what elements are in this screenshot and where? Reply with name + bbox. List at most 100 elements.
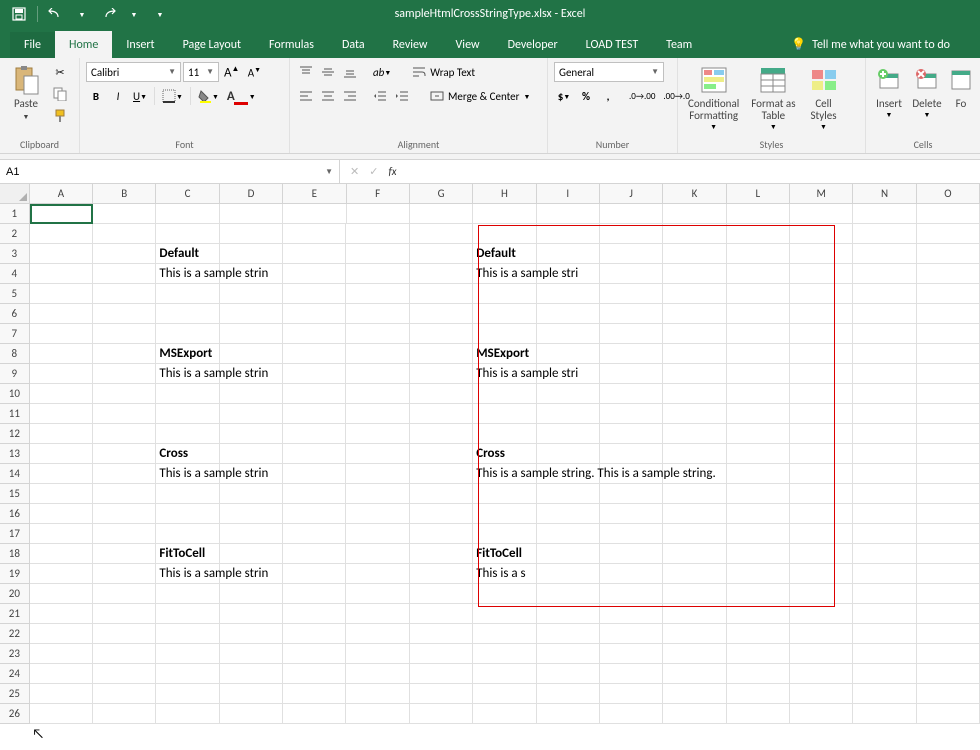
col-header[interactable]: N bbox=[853, 184, 916, 203]
redo-button[interactable] bbox=[97, 3, 119, 25]
cell[interactable] bbox=[600, 204, 663, 224]
increase-indent-button[interactable] bbox=[392, 86, 412, 106]
cell[interactable] bbox=[600, 244, 663, 264]
cell[interactable] bbox=[30, 424, 93, 444]
cell[interactable] bbox=[663, 664, 726, 684]
cell[interactable] bbox=[473, 404, 536, 424]
cell[interactable] bbox=[727, 284, 790, 304]
cell[interactable] bbox=[917, 344, 980, 364]
cell[interactable] bbox=[790, 424, 853, 444]
tab-page-layout[interactable]: Page Layout bbox=[169, 32, 255, 58]
cell[interactable] bbox=[93, 544, 156, 564]
cell[interactable] bbox=[220, 604, 283, 624]
cell[interactable] bbox=[410, 684, 473, 704]
delete-cells-button[interactable]: Delete ▼ bbox=[910, 62, 944, 121]
col-header[interactable]: I bbox=[537, 184, 600, 203]
cell[interactable] bbox=[537, 324, 600, 344]
percent-button[interactable]: % bbox=[576, 86, 596, 106]
row-header[interactable]: 9 bbox=[0, 364, 30, 384]
cell[interactable] bbox=[156, 504, 219, 524]
cell[interactable] bbox=[663, 444, 726, 464]
cell[interactable] bbox=[790, 364, 853, 384]
cell[interactable] bbox=[283, 524, 346, 544]
cell[interactable] bbox=[600, 484, 663, 504]
cell[interactable] bbox=[156, 204, 219, 224]
cell[interactable] bbox=[790, 464, 853, 484]
cell[interactable] bbox=[473, 664, 536, 684]
cell[interactable] bbox=[727, 484, 790, 504]
cell[interactable] bbox=[663, 544, 726, 564]
cell[interactable] bbox=[853, 524, 916, 544]
align-top-button[interactable] bbox=[296, 62, 316, 82]
conditional-formatting-button[interactable]: Conditional Formatting ▼ bbox=[684, 62, 743, 133]
insert-cells-button[interactable]: Insert ▼ bbox=[872, 62, 906, 121]
cell[interactable]: Default bbox=[156, 244, 219, 264]
cell[interactable] bbox=[727, 584, 790, 604]
cell[interactable] bbox=[537, 504, 600, 524]
cell[interactable] bbox=[853, 244, 916, 264]
cell[interactable] bbox=[283, 244, 346, 264]
cell[interactable] bbox=[283, 424, 346, 444]
cell[interactable] bbox=[473, 624, 536, 644]
cell[interactable] bbox=[600, 684, 663, 704]
cell[interactable] bbox=[30, 304, 93, 324]
cell[interactable] bbox=[410, 544, 473, 564]
cell[interactable] bbox=[663, 244, 726, 264]
cell[interactable] bbox=[853, 484, 916, 504]
cell[interactable] bbox=[727, 624, 790, 644]
cell[interactable] bbox=[156, 604, 219, 624]
cell[interactable] bbox=[346, 304, 409, 324]
cell[interactable] bbox=[220, 424, 283, 444]
cell[interactable] bbox=[220, 704, 283, 724]
cell[interactable] bbox=[853, 604, 916, 624]
cell[interactable] bbox=[283, 664, 346, 684]
cell[interactable] bbox=[727, 524, 790, 544]
cell[interactable] bbox=[220, 284, 283, 304]
cell[interactable] bbox=[917, 244, 980, 264]
cell[interactable] bbox=[346, 484, 409, 504]
cell[interactable] bbox=[93, 324, 156, 344]
cell[interactable] bbox=[917, 524, 980, 544]
cell[interactable] bbox=[663, 704, 726, 724]
cell[interactable] bbox=[473, 424, 536, 444]
cell[interactable] bbox=[283, 704, 346, 724]
cell[interactable] bbox=[473, 204, 536, 224]
cell[interactable] bbox=[220, 244, 283, 264]
cell[interactable] bbox=[663, 564, 726, 584]
row-header[interactable]: 26 bbox=[0, 704, 30, 724]
bold-button[interactable]: B bbox=[86, 86, 106, 106]
cell[interactable] bbox=[600, 424, 663, 444]
cell[interactable] bbox=[30, 404, 93, 424]
col-header[interactable]: A bbox=[30, 184, 93, 203]
cell[interactable] bbox=[727, 364, 790, 384]
undo-button[interactable] bbox=[45, 3, 67, 25]
cell[interactable] bbox=[410, 484, 473, 504]
cell[interactable] bbox=[410, 664, 473, 684]
cell[interactable] bbox=[917, 324, 980, 344]
cell[interactable] bbox=[30, 684, 93, 704]
cell[interactable] bbox=[283, 684, 346, 704]
tab-file[interactable]: File bbox=[10, 32, 55, 58]
cell[interactable]: Cross bbox=[473, 444, 536, 464]
cell[interactable] bbox=[473, 224, 536, 244]
cell[interactable] bbox=[727, 344, 790, 364]
cell[interactable] bbox=[727, 204, 790, 224]
merge-center-button[interactable]: Merge & Center▼ bbox=[424, 86, 536, 106]
cell[interactable] bbox=[727, 704, 790, 724]
cell[interactable] bbox=[663, 604, 726, 624]
cell[interactable] bbox=[663, 484, 726, 504]
cell[interactable] bbox=[220, 404, 283, 424]
fx-icon[interactable]: fx bbox=[388, 165, 396, 178]
cell[interactable] bbox=[853, 444, 916, 464]
row-header[interactable]: 2 bbox=[0, 224, 30, 244]
row-header[interactable]: 14 bbox=[0, 464, 30, 484]
cell[interactable] bbox=[917, 704, 980, 724]
cell[interactable] bbox=[917, 304, 980, 324]
cell[interactable] bbox=[473, 604, 536, 624]
cell[interactable] bbox=[600, 444, 663, 464]
cell[interactable]: This is a sample strin bbox=[156, 464, 219, 484]
cell[interactable] bbox=[853, 624, 916, 644]
cell[interactable] bbox=[410, 284, 473, 304]
cell[interactable] bbox=[790, 684, 853, 704]
cell[interactable] bbox=[917, 284, 980, 304]
